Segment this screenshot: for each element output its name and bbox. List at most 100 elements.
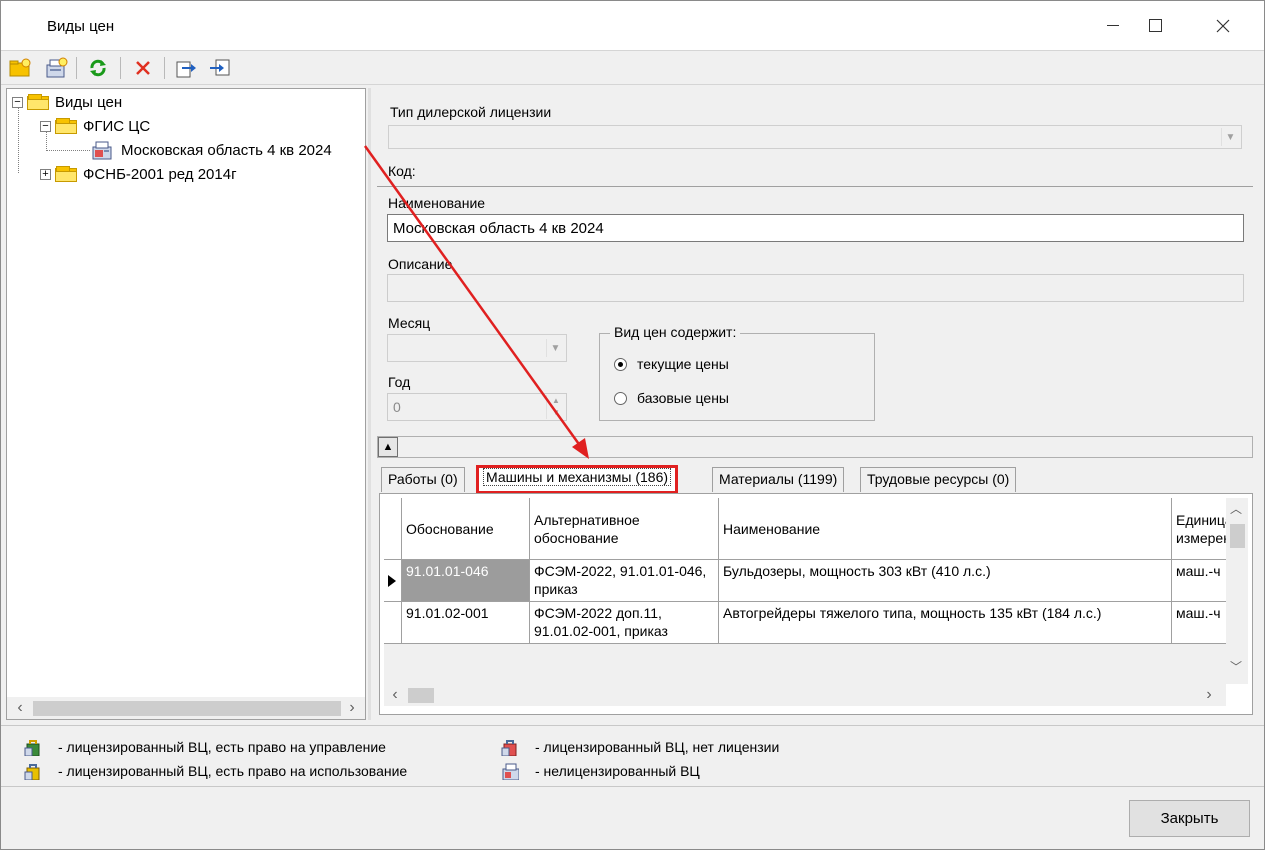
table-cell-alt-basis[interactable]: ФСЭМ-2022 доп.11, 91.01.02-001, приказ (530, 602, 719, 644)
scroll-left-icon[interactable]: ‹ (384, 684, 406, 706)
panel-splitter[interactable] (368, 88, 371, 720)
tree-node-label: ФСНБ-2001 ред 2014г (83, 165, 237, 183)
folder-icon (27, 94, 49, 110)
dealer-license-label: Тип дилерской лицензии (390, 104, 552, 120)
tree-horizontal-scrollbar[interactable]: ‹ › (7, 697, 365, 719)
folder-icon (55, 166, 77, 182)
scroll-up-icon[interactable]: ︿ (1230, 500, 1242, 517)
tab-machines-label: Машины и механизмы (186) (483, 468, 672, 486)
tree-node-root[interactable]: − Виды цен (12, 91, 122, 113)
tree-node-fgis[interactable]: − ФГИС ЦС (40, 115, 150, 137)
table-cell-name[interactable]: Бульдозеры, мощность 303 кВт (410 л.с.) (719, 560, 1172, 602)
collapse-up-icon[interactable]: ▲ (378, 437, 398, 457)
import-button[interactable] (207, 55, 233, 81)
collapse-icon[interactable]: − (40, 120, 51, 132)
scroll-thumb[interactable] (1230, 524, 1245, 548)
legend-text: - нелицензированный ВЦ (535, 763, 700, 779)
table-horizontal-scrollbar[interactable]: ‹ › (384, 684, 1226, 706)
properties-panel: Тип дилерской лицензии ▼ Код: Наименован… (372, 88, 1259, 720)
price-types-window: Виды цен − Виды цен − ФГИС ЦС Московская… (0, 0, 1265, 850)
refresh-button[interactable] (85, 55, 111, 81)
delete-button[interactable] (130, 55, 156, 81)
table-cell-unit[interactable]: маш.-ч (1172, 602, 1226, 644)
base-prices-radio[interactable]: базовые цены (614, 390, 729, 406)
legend-text: - лицензированный ВЦ, есть право на упра… (58, 739, 386, 755)
tree-node-label: Виды цен (55, 93, 123, 111)
export-icon (176, 61, 196, 78)
table-cell-unit[interactable]: маш.-ч (1172, 560, 1226, 602)
tree-node-label: ФГИС ЦС (83, 117, 151, 135)
window-title: Виды цен (47, 18, 115, 35)
description-field[interactable] (387, 274, 1244, 302)
minimize-button[interactable] (1090, 1, 1136, 50)
table-cell-basis[interactable]: 91.01.01-046 (402, 560, 530, 602)
new-price-type-button[interactable] (43, 55, 69, 81)
column-header-alt-basis[interactable]: Альтернативное обоснование (530, 498, 719, 560)
scroll-right-icon[interactable]: › (1198, 684, 1220, 706)
scroll-down-icon[interactable]: ﹀ (1230, 658, 1242, 675)
radio-unchecked-icon (614, 391, 627, 405)
year-stepper[interactable]: 0 ▲ ▼ (387, 393, 567, 421)
column-header-basis[interactable]: Обоснование (402, 498, 530, 560)
month-select[interactable]: ▼ (387, 334, 567, 362)
delete-icon (136, 61, 150, 75)
description-label: Описание (388, 256, 453, 272)
dealer-license-select[interactable]: ▼ (388, 125, 1242, 149)
tree-node-fsnb[interactable]: + ФСНБ-2001 ред 2014г (40, 163, 237, 185)
title-bar: Виды цен (1, 1, 1264, 50)
close-button[interactable]: Закрыть (1129, 800, 1250, 837)
export-button[interactable] (173, 55, 199, 81)
legend-licensed-no-license: - лицензированный ВЦ, нет лицензии (501, 738, 779, 756)
maximize-button[interactable] (1132, 1, 1178, 50)
close-window-button[interactable] (1200, 1, 1246, 50)
collapse-icon[interactable]: − (12, 96, 23, 108)
new-folder-button[interactable] (7, 55, 33, 81)
column-header-name[interactable]: Наименование (719, 498, 1172, 560)
tree-node-label: Московская область 4 кв 2024 (119, 140, 334, 160)
name-label: Наименование (388, 195, 486, 211)
name-field[interactable]: Московская область 4 кв 2024 (387, 214, 1244, 242)
folder-icon (55, 118, 77, 134)
expand-icon[interactable]: + (40, 168, 51, 180)
tab-machines[interactable]: Машины и механизмы (186) (476, 465, 679, 494)
machines-table: Обоснование Альтернативное обоснование Н… (379, 493, 1253, 715)
current-row-icon (384, 560, 402, 602)
scroll-thumb[interactable] (33, 701, 341, 716)
unlicensed-price-type-icon (92, 141, 112, 160)
price-types-tree[interactable]: − Виды цен − ФГИС ЦС Московская область … (6, 88, 366, 720)
column-header-unit[interactable]: Единица измерения (1172, 498, 1226, 560)
legend-licensed-manage: - лицензированный ВЦ, есть право на упра… (24, 738, 386, 756)
legend-text: - лицензированный ВЦ, нет лицензии (535, 739, 780, 755)
tab-labor[interactable]: Трудовые ресурсы (0) (860, 467, 1017, 492)
legend-licensed-use: - лицензированный ВЦ, есть право на испо… (24, 762, 407, 780)
scroll-right-icon[interactable]: › (341, 697, 363, 719)
table-cell-name[interactable]: Автогрейдеры тяжелого типа, мощность 135… (719, 602, 1172, 644)
table-cell-alt-basis[interactable]: ФСЭМ-2022, 91.01.01-046, приказ (530, 560, 719, 602)
tab-materials[interactable]: Материалы (1199) (712, 467, 845, 492)
row-indicator-header (384, 498, 402, 560)
chevron-down-icon: ▼ (546, 339, 564, 357)
tab-works[interactable]: Работы (0) (381, 467, 465, 492)
table-vertical-scrollbar[interactable]: ︿ ﹀ (1226, 498, 1248, 684)
base-prices-label: базовые цены (637, 390, 729, 406)
unlicensed-icon (502, 763, 519, 780)
current-prices-label: текущие цены (637, 356, 729, 372)
legend-text: - лицензированный ВЦ, есть право на испо… (58, 763, 408, 779)
code-label: Код: (388, 163, 416, 179)
table-viewport: Обоснование Альтернативное обоснование Н… (384, 498, 1226, 684)
price-contains-group: Вид цен содержит: текущие цены базовые ц… (599, 324, 875, 421)
legend-panel: - лицензированный ВЦ, есть право на упра… (1, 725, 1264, 787)
scroll-thumb[interactable] (408, 688, 434, 703)
tree-node-moscow-region[interactable]: Московская область 4 кв 2024 (91, 139, 334, 161)
table-cell-basis[interactable]: 91.01.02-001 (402, 602, 530, 644)
scroll-left-icon[interactable]: ‹ (9, 697, 31, 719)
new-price-type-icon (46, 57, 68, 78)
licensed-manage-icon (24, 740, 40, 756)
year-value: 0 (393, 399, 401, 415)
refresh-icon (90, 59, 106, 77)
spin-buttons[interactable]: ▲ ▼ (546, 395, 565, 419)
toolbar (1, 50, 1264, 85)
details-collapse-bar: ▲ (377, 436, 1253, 458)
chevron-down-icon: ▼ (1221, 128, 1239, 146)
current-prices-radio[interactable]: текущие цены (614, 356, 729, 372)
